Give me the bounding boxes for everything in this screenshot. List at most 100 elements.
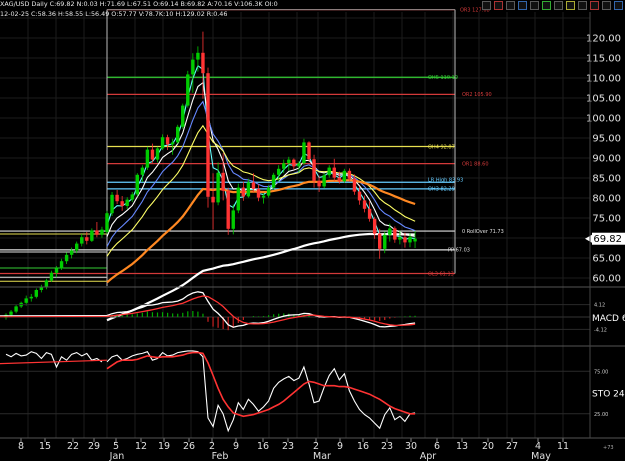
candle[interactable]	[302, 138, 306, 165]
candle[interactable]	[186, 70, 190, 108]
tool-icon-4[interactable]	[518, 1, 527, 10]
candle-body	[186, 74, 190, 106]
date-tick-label: 9	[337, 441, 343, 452]
candle-body	[155, 148, 160, 160]
level-label-lrhigh: LR High 83.93	[428, 177, 463, 183]
candle-body	[69, 250, 74, 255]
candle-body	[64, 254, 69, 262]
candle[interactable]	[236, 183, 240, 214]
candle-body	[115, 194, 119, 202]
candle-body	[14, 306, 18, 312]
candle-body	[277, 168, 281, 175]
candle[interactable]	[176, 124, 180, 144]
candle[interactable]	[307, 141, 311, 162]
price-tick-label: 105.00	[586, 94, 621, 105]
candle-body	[140, 167, 145, 175]
tool-icon-1[interactable]	[482, 1, 491, 10]
sto-lower-label: 25.00	[594, 412, 608, 418]
chart-header-line2: 12-02-25 C:58.36 H:58.55 L:56.49 O:57.77…	[0, 10, 228, 18]
candle-body	[261, 195, 266, 198]
candle-body	[231, 210, 235, 229]
candle-body	[312, 159, 316, 181]
tool-icon-9[interactable]	[578, 1, 587, 10]
candle[interactable]	[135, 173, 139, 197]
candle-body	[372, 218, 377, 234]
candle[interactable]	[206, 67, 210, 208]
tool-icon-6[interactable]	[542, 1, 551, 10]
tool-icon-7[interactable]	[554, 1, 563, 10]
level-label-oh3: OH3 82.29	[428, 187, 455, 193]
candle-body	[75, 243, 79, 251]
tool-icon-12[interactable]	[614, 1, 623, 10]
candle-body	[39, 287, 44, 290]
tool-icon-11[interactable]	[602, 1, 611, 10]
candle-body	[287, 159, 291, 164]
candle-body	[241, 187, 246, 197]
candle-body	[135, 174, 139, 195]
candle-body	[378, 233, 382, 249]
date-tick-label: 12	[135, 441, 147, 452]
candle-body	[80, 237, 84, 244]
price-tick-label: 110.00	[586, 74, 621, 85]
date-tick-label: 9	[233, 441, 239, 452]
candle-body	[256, 188, 261, 198]
candle-body	[292, 159, 296, 167]
candle-body	[130, 194, 134, 200]
candle[interactable]	[145, 146, 150, 170]
candle[interactable]	[271, 172, 276, 190]
candle-body	[317, 180, 321, 187]
candle-body	[236, 187, 240, 211]
date-tick-label: 29	[88, 441, 100, 452]
candle-body	[176, 126, 180, 143]
tool-icon-5[interactable]	[530, 1, 539, 10]
level-label-ol3: OL3 61.13	[428, 271, 454, 277]
chart-header-line1: XAG/USD Daily C:69.82 N:0.03 H:71.69 L:6…	[0, 0, 278, 8]
candle-body	[90, 230, 94, 241]
axis-corner-label: +73	[603, 445, 614, 451]
candle[interactable]	[90, 228, 94, 242]
candle-body	[383, 234, 387, 249]
candle-body	[251, 182, 256, 189]
month-label: Jan	[109, 451, 125, 461]
candle-body	[246, 182, 251, 197]
candle-body	[322, 175, 326, 187]
candle-body	[206, 73, 210, 197]
candle-body	[413, 238, 417, 242]
candle-body	[191, 59, 195, 75]
tool-icon-8[interactable]	[566, 1, 575, 10]
date-tick-label: 23	[282, 441, 294, 452]
candle-body	[327, 167, 331, 176]
candle-body	[403, 237, 407, 243]
level-label-rollover: 0 RollOver 71.73	[462, 229, 504, 235]
candle-body	[271, 174, 276, 188]
candle[interactable]	[181, 103, 185, 129]
candle[interactable]	[105, 210, 109, 234]
price-tick-label: 60.00	[592, 274, 621, 285]
macd-upper-label: 4.12	[594, 303, 605, 309]
candle-body	[337, 177, 341, 182]
candle-body	[297, 163, 301, 167]
trading-chart[interactable]: OR3 127.08OH5 110.19OR2 105.90OH4 92.87O…	[0, 0, 625, 461]
level-label-pp: PP 67.03	[448, 248, 470, 254]
candle-body	[29, 296, 33, 299]
month-label: Apr	[420, 451, 437, 461]
tool-icon-3[interactable]	[506, 1, 515, 10]
candle-body	[302, 142, 306, 164]
candle[interactable]	[110, 192, 114, 216]
tool-icon-2[interactable]	[494, 1, 503, 10]
sto-axis-label: STO 24	[592, 390, 625, 400]
candle-body	[44, 280, 49, 288]
macd-lower-label: -4.12	[594, 327, 607, 333]
candle-body	[307, 142, 311, 160]
candle-body	[125, 199, 129, 206]
candle[interactable]	[226, 187, 230, 235]
candle[interactable]	[342, 168, 347, 183]
candle-body	[266, 187, 271, 196]
candle-body	[221, 172, 225, 191]
price-tick-label: 75.00	[592, 214, 621, 225]
tool-icon-10[interactable]	[590, 1, 599, 10]
last-price-label: 69.82	[593, 234, 622, 245]
level-label-oh4: OH4 92.87	[428, 144, 455, 150]
candle-body	[196, 52, 200, 60]
candle-body	[100, 229, 104, 235]
